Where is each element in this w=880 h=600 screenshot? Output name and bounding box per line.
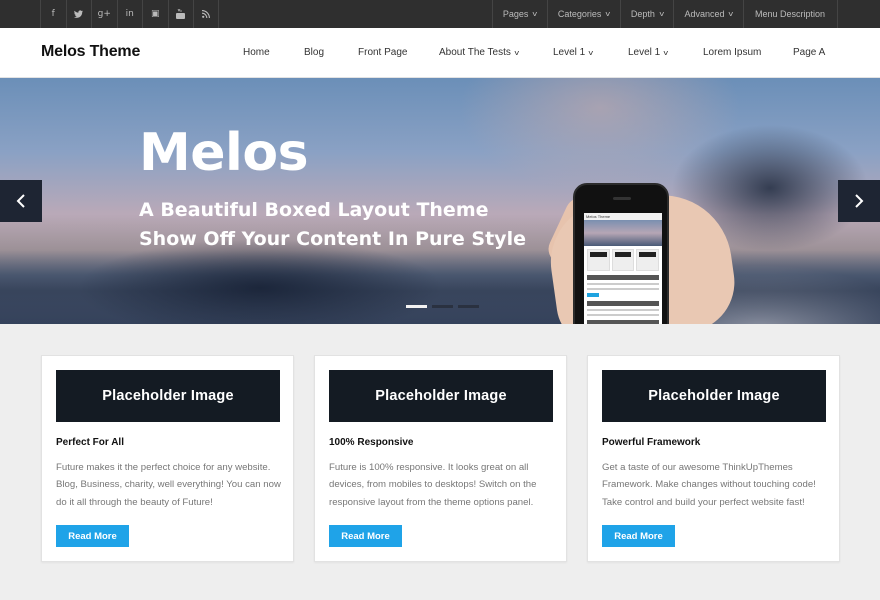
top-menu-label: Depth	[630, 9, 655, 19]
hero-title: Melos	[139, 123, 309, 183]
top-menu-label: Categories	[557, 9, 602, 19]
chevron-down-icon: v	[514, 50, 519, 57]
chevron-down-icon: v	[605, 10, 611, 18]
chevron-down-icon: v	[728, 10, 734, 18]
placeholder-image: Placeholder Image	[329, 370, 553, 422]
flickr-icon[interactable]: ▣	[142, 0, 168, 28]
read-more-button[interactable]: Read More	[329, 525, 402, 547]
hero-subtitle-1: A Beautiful Boxed Layout Theme	[139, 199, 489, 221]
card-title: Powerful Framework	[602, 437, 701, 448]
chevron-down-icon: v	[659, 10, 664, 18]
hero-subtitle-2: Show Off Your Content In Pure Style	[139, 228, 526, 250]
nav-item-label: Level 1	[628, 47, 661, 58]
feature-card-2: Placeholder Image 100% Responsive Future…	[314, 355, 567, 562]
hero-slider: Melos Theme Melos A Beautiful Boxed Layo…	[0, 78, 880, 324]
top-menu-menu-description[interactable]: Menu Description	[742, 0, 838, 28]
placeholder-image: Placeholder Image	[56, 370, 280, 422]
nav-item-about-the-tests[interactable]: About The Tests v	[439, 47, 519, 58]
slider-next-button[interactable]	[838, 180, 880, 222]
top-menu-label: Advanced	[684, 9, 725, 19]
nav-item-level-1-second[interactable]: Level 1v	[628, 47, 668, 58]
chevron-left-icon	[16, 194, 25, 208]
slider-prev-button[interactable]	[0, 180, 42, 222]
top-bar: f g+ in ▣ Pages v Categories v Depth v Adva…	[0, 0, 880, 28]
card-title: Perfect For All	[56, 437, 124, 448]
top-menu-label: Menu Description	[754, 9, 825, 19]
phone-screen-bar	[587, 320, 659, 324]
nav-item-home[interactable]: Home	[243, 47, 270, 58]
nav-item-lorem-ipsum[interactable]: Lorem Ipsum	[703, 47, 761, 58]
top-menu-advanced[interactable]: Advanced v	[673, 0, 743, 28]
feature-card-3: Placeholder Image Powerful Framework Get…	[587, 355, 840, 562]
phone-screen-title: Melos Theme	[584, 213, 662, 220]
card-text: Get a taste of our awesome ThinkUpThemes…	[602, 462, 816, 508]
nav-item-label: Page A	[793, 47, 826, 58]
top-menu-label: Pages	[502, 9, 529, 19]
chevron-down-icon: v	[588, 50, 594, 57]
phone-screen-line	[587, 314, 659, 316]
phone-screen-line	[587, 309, 659, 311]
nav-item-front-page[interactable]: Front Page	[358, 47, 407, 58]
facebook-icon[interactable]: f	[40, 0, 66, 28]
placeholder-image: Placeholder Image	[602, 370, 826, 422]
card-title: 100% Responsive	[329, 437, 414, 448]
phone-screen-card	[587, 249, 610, 271]
site-header: Melos Theme Home Blog Front Page About T…	[0, 28, 880, 78]
nav-item-label: Front Page	[358, 47, 408, 58]
phone-screen-line	[587, 288, 659, 290]
nav-item-label: Level 1	[553, 47, 586, 58]
slider-dot-3[interactable]	[458, 305, 479, 308]
top-menu-pages[interactable]: Pages v	[491, 0, 547, 28]
chevron-right-icon	[855, 194, 864, 208]
phone-screen-button	[587, 293, 599, 297]
read-more-button[interactable]: Read More	[56, 525, 129, 547]
phone-screen: Melos Theme	[584, 213, 662, 324]
social-links: f g+ in ▣	[40, 0, 219, 28]
feature-card-1: Placeholder Image Perfect For All Future…	[41, 355, 294, 562]
phone-screen-card	[611, 249, 635, 271]
phone-screen-line	[587, 283, 659, 285]
chevron-down-icon: v	[663, 50, 669, 57]
phone-image: Melos Theme	[573, 183, 669, 324]
phone-screen-card	[636, 249, 660, 271]
rss-icon[interactable]	[193, 0, 219, 28]
card-text: Future makes it the perfect choice for a…	[56, 462, 281, 508]
twitter-icon[interactable]	[65, 0, 92, 28]
slider-dot-2[interactable]	[432, 305, 453, 308]
google-plus-icon[interactable]: g+	[91, 0, 117, 28]
site-logo[interactable]: Melos Theme	[41, 43, 140, 61]
youtube-icon[interactable]	[167, 0, 194, 28]
nav-item-label: About The Tests	[439, 47, 511, 58]
slider-pagination	[406, 305, 479, 308]
top-menu-depth[interactable]: Depth v	[619, 0, 674, 28]
card-text: Future is 100% responsive. It looks grea…	[329, 462, 537, 508]
nav-item-level-1[interactable]: Level 1v	[553, 47, 593, 58]
nav-item-blog[interactable]: Blog	[304, 47, 324, 58]
top-menu-categories[interactable]: Categories v	[546, 0, 620, 28]
nav-item-label: Blog	[304, 47, 325, 58]
phone-screen-cards	[584, 246, 662, 271]
nav-item-label: Home	[243, 47, 270, 58]
slider-dot-1[interactable]	[406, 305, 427, 308]
linkedin-icon[interactable]: in	[116, 0, 143, 28]
phone-screen-bar	[587, 275, 659, 280]
phone-screen-bar	[587, 301, 659, 306]
phone-speaker	[613, 197, 631, 200]
chevron-down-icon: v	[532, 10, 538, 18]
nav-item-label: Lorem Ipsum	[703, 47, 762, 58]
phone-screen-hero	[584, 220, 662, 246]
nav-item-page-a[interactable]: Page A	[793, 47, 825, 58]
read-more-button[interactable]: Read More	[602, 525, 675, 547]
top-menu: Pages v Categories v Depth v Advanced v Menu…	[491, 0, 838, 28]
